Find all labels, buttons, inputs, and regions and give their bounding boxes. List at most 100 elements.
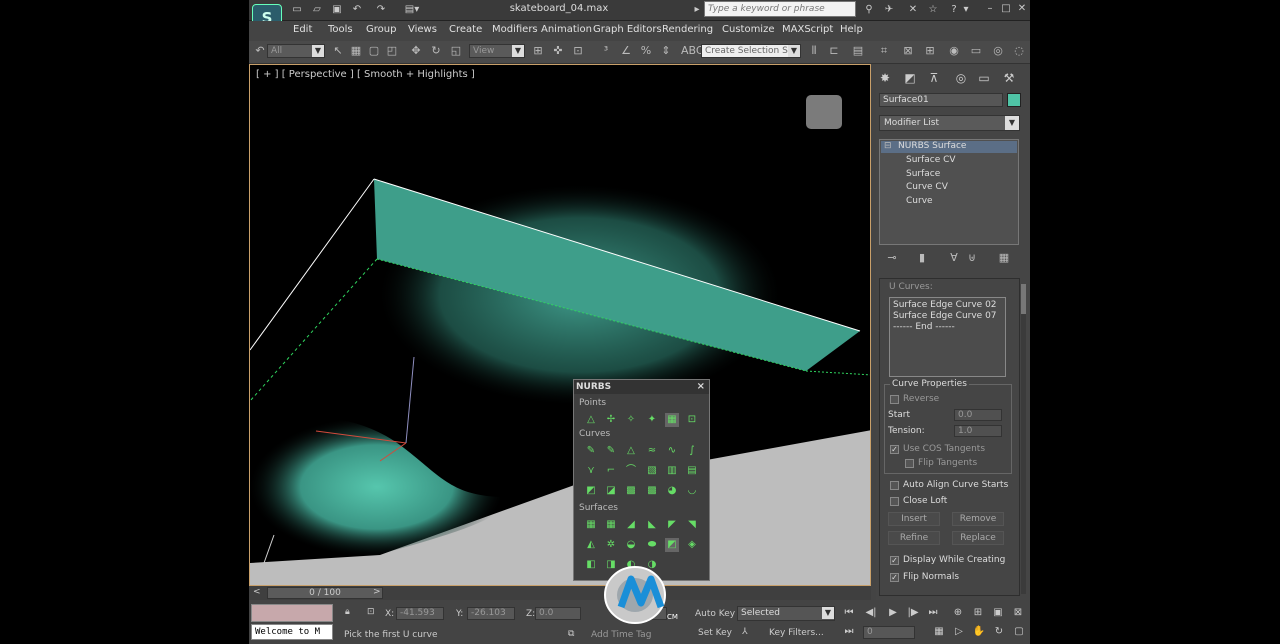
zoom-extents-icon[interactable]: ▣ bbox=[990, 606, 1006, 620]
command-panel-scrollbar[interactable] bbox=[1021, 284, 1026, 594]
project-folder-icon[interactable]: ▤▾ bbox=[399, 3, 425, 17]
curve-point-icon[interactable]: ✧ bbox=[624, 413, 638, 427]
menu-customize[interactable]: Customize bbox=[722, 24, 775, 35]
redo-icon[interactable]: ↷ bbox=[373, 3, 389, 17]
u-curves-list[interactable]: Surface Edge Curve 02 Surface Edge Curve… bbox=[889, 297, 1006, 377]
menu-tools[interactable]: Tools bbox=[328, 24, 353, 35]
flip-tangents-checkbox[interactable] bbox=[905, 459, 914, 468]
reference-coordinate-dropdown[interactable]: View ▼ bbox=[469, 44, 525, 58]
key-filter-selected-dropdown[interactable]: Selected ▼ bbox=[737, 606, 835, 621]
offset-point-icon[interactable]: ✢ bbox=[604, 413, 618, 427]
utilities-tab-icon[interactable]: ⚒ bbox=[1000, 69, 1018, 87]
point-curve-on-surface-icon[interactable]: ▩ bbox=[645, 484, 659, 498]
subscription-icon[interactable]: ✈ bbox=[881, 3, 897, 17]
angle-snap-icon[interactable]: ∠ bbox=[619, 44, 633, 58]
previous-frame-icon[interactable]: ◀| bbox=[863, 606, 879, 620]
open-file-icon[interactable]: ▱ bbox=[309, 3, 325, 17]
time-configuration-icon[interactable]: ▦ bbox=[931, 625, 947, 639]
next-frame-icon[interactable]: |▶ bbox=[905, 606, 921, 620]
scale-icon[interactable]: ◱ bbox=[449, 44, 463, 58]
maxscript-input[interactable]: Welcome to M bbox=[251, 624, 333, 640]
create-point-icon[interactable]: △ bbox=[584, 413, 598, 427]
zoom-extents-all-icon[interactable]: ⊠ bbox=[1010, 606, 1026, 620]
time-slider[interactable]: < 0 / 100 > bbox=[249, 586, 871, 600]
zoom-all-icon[interactable]: ⊞ bbox=[970, 606, 986, 620]
cv-curve-icon[interactable]: ✎ bbox=[584, 444, 598, 458]
extrude-surface-icon[interactable]: ◭ bbox=[584, 538, 598, 552]
current-frame-field[interactable]: 0 bbox=[863, 626, 915, 639]
menu-group[interactable]: Group bbox=[366, 24, 396, 35]
render-setup-icon[interactable]: ◉ bbox=[947, 44, 961, 58]
blend-curve-icon[interactable]: ∿ bbox=[665, 444, 679, 458]
one-rail-sweep-icon[interactable]: ◧ bbox=[584, 558, 598, 572]
key-mode-toggle-icon[interactable]: ⏭ bbox=[841, 625, 857, 639]
menu-rendering[interactable]: Rendering bbox=[662, 24, 713, 35]
reverse-checkbox[interactable] bbox=[890, 395, 899, 404]
offset-surface-icon[interactable]: ◤ bbox=[665, 518, 679, 532]
remove-button[interactable]: Remove bbox=[952, 512, 1004, 526]
close-loft-checkbox[interactable] bbox=[890, 497, 899, 506]
menu-create[interactable]: Create bbox=[449, 24, 482, 35]
display-while-creating-checkbox[interactable]: ✓ bbox=[890, 556, 899, 565]
cap-surface-icon[interactable]: ⬬ bbox=[645, 538, 659, 552]
lock-selection-icon[interactable]: 🔒︎ bbox=[345, 607, 350, 617]
time-next-icon[interactable]: > bbox=[373, 587, 381, 597]
collapse-icon[interactable]: ⊟ bbox=[884, 141, 892, 151]
layer-manager-icon[interactable]: ▤ bbox=[851, 44, 865, 58]
orbit-icon[interactable]: ↻ bbox=[991, 625, 1007, 639]
maxscript-listener-mini[interactable] bbox=[251, 604, 333, 622]
undo-toolbar-icon[interactable]: ↶ bbox=[253, 44, 267, 58]
maximize-button[interactable]: □ bbox=[999, 2, 1013, 16]
favorites-icon[interactable]: ☆ bbox=[925, 3, 941, 17]
transform-surface-icon[interactable]: ◢ bbox=[624, 518, 638, 532]
menu-views[interactable]: Views bbox=[408, 24, 437, 35]
select-by-name-icon[interactable]: ▦ bbox=[349, 44, 363, 58]
nurbs-toolbox-title-bar[interactable]: NURBS × bbox=[574, 380, 709, 394]
lathe-surface-icon[interactable]: ✲ bbox=[604, 538, 618, 552]
named-selection-dropdown[interactable]: Create Selection Se ▼ bbox=[701, 44, 801, 58]
add-time-tag-button[interactable]: Add Time Tag bbox=[591, 630, 651, 640]
rotate-icon[interactable]: ↻ bbox=[429, 44, 443, 58]
rendered-frame-icon[interactable]: ▭ bbox=[969, 44, 983, 58]
isolate-selection-icon[interactable]: ⧉ bbox=[568, 629, 574, 639]
edit-named-selection-icon[interactable]: ABC bbox=[681, 44, 704, 58]
rectangular-selection-icon[interactable]: ▢ bbox=[367, 44, 381, 58]
surface-curve-point-icon[interactable]: ⊡ bbox=[685, 413, 699, 427]
window-crossing-icon[interactable]: ◰ bbox=[385, 44, 399, 58]
key-filters-button[interactable]: Key Filters... bbox=[769, 628, 824, 638]
undo-icon[interactable]: ↶ bbox=[349, 3, 365, 17]
refine-button[interactable]: Refine bbox=[888, 531, 940, 545]
point-curve-icon[interactable]: ✎ bbox=[604, 444, 618, 458]
start-spinner[interactable]: 0.0 bbox=[954, 409, 1002, 421]
schematic-view-icon[interactable]: ⊠ bbox=[901, 44, 915, 58]
key-mode-icon[interactable]: ⅄ bbox=[742, 627, 748, 637]
vector-projected-curve-icon[interactable]: ◪ bbox=[604, 484, 618, 498]
mirror-icon[interactable]: ⫴ bbox=[807, 44, 821, 58]
blend-surface-icon[interactable]: ◣ bbox=[645, 518, 659, 532]
render-iterative-icon[interactable]: ◌ bbox=[1012, 44, 1026, 58]
minimize-button[interactable]: – bbox=[983, 2, 997, 16]
stack-item-surface-cv[interactable]: Surface CV bbox=[906, 155, 956, 165]
select-manipulate-icon[interactable]: ✜ bbox=[551, 44, 565, 58]
pivot-center-icon[interactable]: ⊞ bbox=[531, 44, 545, 58]
list-item[interactable]: Surface Edge Curve 02 bbox=[893, 300, 997, 310]
material-editor-icon[interactable]: ⊞ bbox=[923, 44, 937, 58]
menu-edit[interactable]: Edit bbox=[293, 24, 312, 35]
fillet-curve-icon[interactable]: ⌒ bbox=[624, 464, 638, 478]
curve-curve-point-icon[interactable]: ✦ bbox=[645, 413, 659, 427]
show-end-result-icon[interactable]: ▮ bbox=[915, 251, 929, 265]
x-coordinate-field[interactable]: -41.593 bbox=[396, 607, 444, 620]
replace-button[interactable]: Replace bbox=[952, 531, 1004, 545]
point-surface-icon[interactable]: ▦ bbox=[604, 518, 618, 532]
menu-help[interactable]: Help bbox=[840, 24, 863, 35]
play-icon[interactable]: ▶ bbox=[885, 606, 901, 620]
configure-sets-icon[interactable]: ▦ bbox=[997, 251, 1011, 265]
render-production-icon[interactable]: ◎ bbox=[991, 44, 1005, 58]
go-to-end-icon[interactable]: ⏭ bbox=[925, 606, 941, 620]
help-dropdown-icon[interactable]: ▾ bbox=[962, 3, 970, 17]
percent-snap-icon[interactable]: % bbox=[639, 44, 653, 58]
help-icon[interactable]: ? bbox=[946, 3, 962, 17]
set-key-button[interactable]: Set Key bbox=[698, 628, 732, 638]
binoculars-icon[interactable]: ⚲ bbox=[861, 3, 877, 17]
normal-projected-curve-icon[interactable]: ◩ bbox=[584, 484, 598, 498]
